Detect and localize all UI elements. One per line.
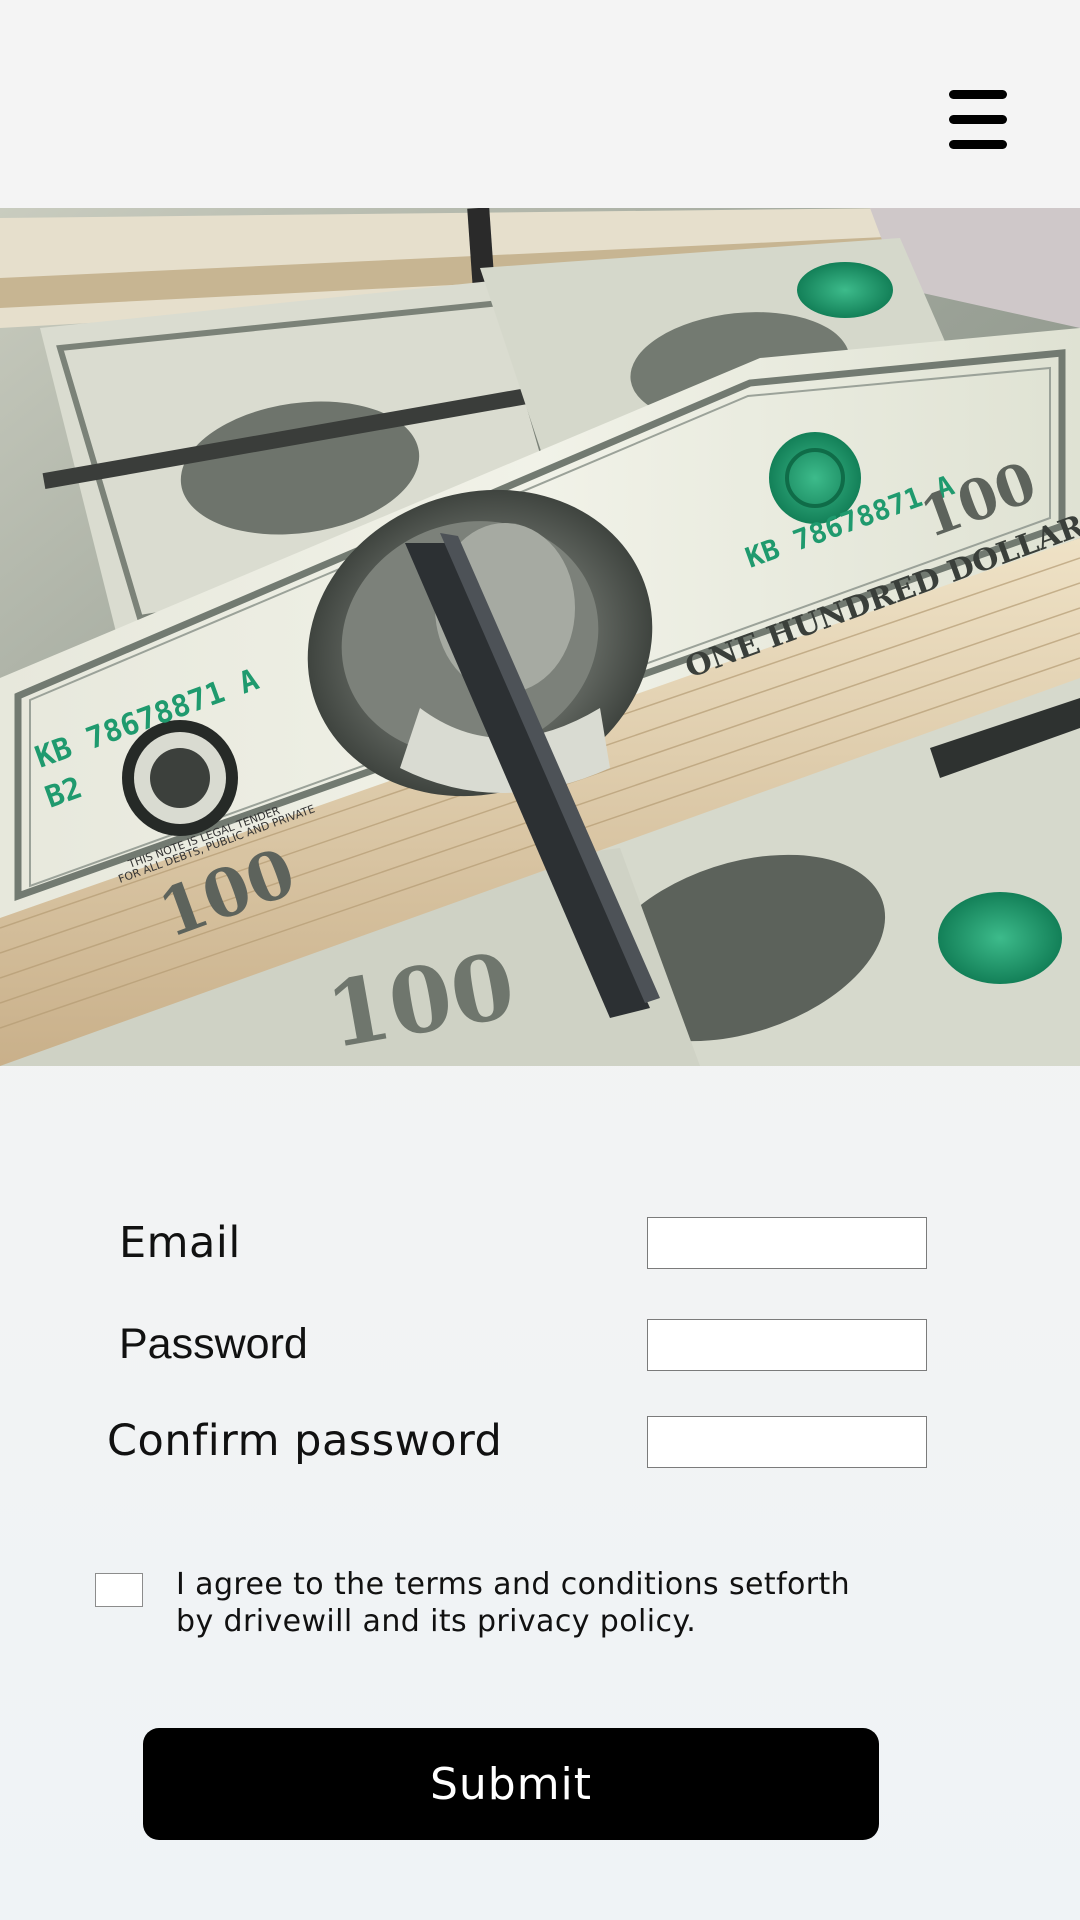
terms-checkbox[interactable] [95,1573,143,1607]
submit-button[interactable]: Submit [143,1728,879,1840]
terms-line-2: by drivewill and its privacy policy. [176,1604,697,1639]
app-header [0,0,1080,208]
password-label: Password [119,1320,308,1368]
menu-bar-middle [949,115,1007,124]
menu-bar-top [949,90,1007,99]
terms-text: I agree to the terms and conditions setf… [176,1566,936,1640]
hamburger-menu-icon[interactable] [944,84,1012,156]
email-label: Email [119,1218,241,1268]
confirm-password-field[interactable] [647,1416,927,1468]
menu-bar-bottom [949,140,1007,149]
password-field[interactable] [647,1319,927,1371]
submit-button-label: Submit [429,1758,593,1810]
email-field[interactable] [647,1217,927,1269]
confirm-password-label: Confirm password [107,1416,503,1466]
terms-line-1: I agree to the terms and conditions setf… [176,1567,851,1602]
hero-image-money: 100 KB 78678871 A B2 KB 78678871 A THIS … [0,208,1080,1066]
